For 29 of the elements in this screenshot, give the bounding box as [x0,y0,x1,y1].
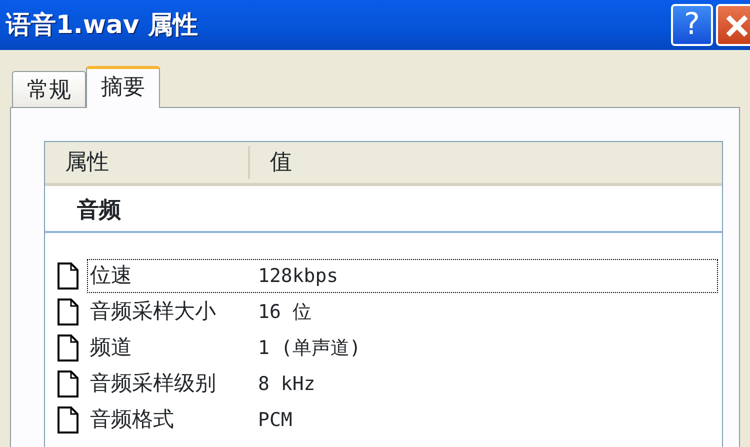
property-name: 音频格式 [89,406,175,434]
property-name: 音频采样大小 [89,298,217,326]
document-icon [57,334,79,362]
property-value: 16 位 [258,300,312,325]
help-button[interactable]: ? [671,4,713,46]
column-header[interactable]: 属性 [45,146,250,179]
document-icon [57,298,79,326]
column-header[interactable]: 值 [250,146,292,179]
property-row[interactable]: 频道 1 (单声道) [87,331,718,365]
group-header: 音频 [45,186,722,233]
property-value: 128kbps [258,264,338,289]
property-name: 频道 [89,334,133,362]
document-icon [57,406,79,434]
close-icon [724,12,750,39]
document-icon [57,370,79,398]
property-name: 音频采样级别 [89,370,217,398]
property-name: 位速 [89,262,133,290]
window-title: 语音1.wav 属性 [6,9,199,42]
property-row[interactable]: 音频采样大小 16 位 [87,295,718,329]
property-value: 1 (单声道) [258,336,361,361]
close-button[interactable] [716,4,750,46]
tab[interactable]: 摘要 [86,66,160,108]
property-row[interactable]: 位速 128kbps [87,259,718,293]
property-value: PCM [258,408,292,433]
tab[interactable]: 常规 [12,71,86,107]
document-icon [57,262,79,290]
property-row[interactable]: 音频格式 PCM [87,403,718,437]
property-value: 8 kHz [258,372,316,397]
property-row[interactable]: 音频采样级别 8 kHz [87,367,718,401]
